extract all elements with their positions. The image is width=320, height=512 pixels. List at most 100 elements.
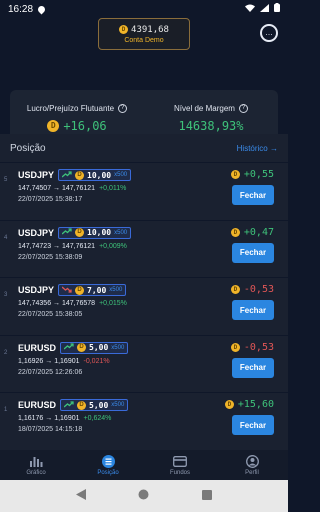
symbol-label: USDJPY: [18, 227, 55, 238]
order-chip: D 10,00 x500: [58, 226, 132, 239]
change-percent: +0,009%: [99, 242, 127, 250]
position-pnl: D +0,47: [230, 227, 274, 238]
header: D 4391,68 Conta Demo …: [0, 18, 288, 56]
location-icon: [36, 4, 47, 14]
leverage-label: x500: [114, 229, 128, 236]
trend-down-icon: [61, 286, 72, 295]
floating-pnl-value: +16,06: [63, 119, 107, 133]
close-position-button[interactable]: Fechar: [232, 185, 274, 205]
signal-icon: [260, 3, 269, 15]
trend-up-icon: [61, 228, 72, 237]
coin-icon: D: [230, 342, 240, 352]
symbol-label: EURUSD: [18, 400, 57, 410]
list-icon: [101, 454, 115, 468]
nav-label: Perfil: [245, 469, 259, 476]
margin-level-value: 14638,93%: [178, 119, 244, 133]
order-amount: 7,00: [87, 285, 107, 295]
position-pnl: D -0,53: [230, 284, 274, 295]
positions-title: Posição: [10, 142, 46, 154]
help-icon[interactable]: ?: [118, 104, 128, 113]
order-amount: 5,00: [89, 400, 109, 410]
trend-up-icon: [63, 400, 74, 410]
symbol-label: USDJPY: [18, 170, 55, 180]
positions-panel: Posição Histórico → 5 USDJPY D 10,00 x500 147…: [0, 134, 288, 450]
account-balance-button[interactable]: D 4391,68 Conta Demo: [98, 18, 190, 50]
coin-icon: D: [119, 25, 129, 34]
close-position-button[interactable]: Fechar: [232, 300, 274, 320]
change-percent: +0,624%: [83, 415, 112, 422]
price-range: 147,74507 → 147,76121: [18, 185, 96, 192]
order-amount: 10,00: [87, 228, 112, 237]
trend-up-icon: [63, 343, 74, 352]
position-pnl: D +15,60: [224, 399, 274, 410]
coin-icon: D: [230, 227, 240, 237]
coin-icon: D: [77, 400, 87, 410]
coin-icon: D: [75, 285, 85, 295]
nav-position[interactable]: Posição: [72, 450, 144, 480]
margin-level-label: Nível de Margem: [174, 104, 235, 113]
leverage-label: x500: [109, 287, 123, 293]
close-position-button[interactable]: Fechar: [232, 242, 274, 263]
positions-list: 5 USDJPY D 10,00 x500 147,74507 → 147,76121 +0…: [0, 162, 288, 450]
price-range: 1,16176 → 1,16901: [18, 415, 80, 422]
profile-icon: [245, 454, 259, 468]
status-bar: 16:28: [0, 0, 288, 18]
position-row[interactable]: 2 EURUSD D 5,00 x500 1,16926 → 1,16901 -0,021%…: [0, 334, 288, 393]
coin-icon: D: [230, 170, 240, 179]
arrow-right-icon: →: [270, 143, 278, 153]
wallet-icon: [173, 455, 187, 468]
bottom-nav: Gráfico Posição Fundos Perfil: [0, 450, 288, 480]
nav-funds[interactable]: Fundos: [144, 450, 216, 480]
row-number: 5: [4, 177, 8, 183]
nav-label: Posição: [97, 469, 119, 476]
close-position-button[interactable]: Fechar: [232, 415, 274, 435]
price-range: 147,74356 → 147,76578: [18, 300, 96, 307]
order-amount: 5,00: [89, 343, 109, 352]
nav-chart[interactable]: Gráfico: [0, 450, 72, 480]
status-time: 16:28: [8, 3, 34, 15]
change-percent: +0,015%: [99, 300, 127, 307]
history-link[interactable]: Histórico →: [237, 144, 278, 153]
change-percent: +0,011%: [99, 185, 127, 192]
battery-icon: [274, 3, 280, 15]
position-pnl: D +0,55: [230, 169, 274, 180]
symbol-label: USDJPY: [18, 285, 55, 295]
leverage-label: x500: [111, 344, 125, 351]
symbol-label: EURUSD: [18, 342, 57, 353]
floating-pnl-label: Lucro/Prejuízo Flutuante: [26, 104, 115, 113]
wifi-icon: [245, 4, 255, 15]
order-chip: D 5,00 x500: [60, 399, 129, 411]
chart-icon: [29, 455, 43, 468]
recents-icon[interactable]: [201, 487, 212, 505]
row-number: 1: [4, 407, 8, 413]
position-row[interactable]: 5 USDJPY D 10,00 x500 147,74507 → 147,76121 +0…: [0, 162, 288, 220]
row-number: 2: [4, 349, 8, 356]
back-icon[interactable]: [76, 487, 87, 505]
trend-up-icon: [61, 170, 72, 180]
order-chip: D 7,00 x500: [58, 284, 127, 296]
position-row[interactable]: 4 USDJPY D 10,00 x500 147,74723 → 147,76121 +0…: [0, 219, 288, 278]
order-chip: D 5,00 x500: [60, 341, 129, 354]
coin-icon: D: [224, 400, 234, 409]
price-range: 147,74723 → 147,76121: [18, 242, 96, 250]
balance-value: 4391,68: [131, 24, 169, 35]
row-number: 4: [4, 234, 8, 241]
close-position-button[interactable]: Fechar: [232, 357, 274, 378]
coin-icon: D: [230, 285, 240, 294]
nav-label: Fundos: [169, 469, 190, 476]
coin-icon: D: [77, 343, 87, 352]
home-icon[interactable]: [138, 487, 149, 505]
position-row[interactable]: 3 USDJPY D 7,00 x500 147,74356 → 147,76578 +0,…: [0, 277, 288, 335]
system-nav-bar: [0, 480, 288, 512]
coin-icon: D: [75, 170, 85, 180]
chat-icon[interactable]: …: [260, 24, 278, 42]
leverage-label: x500: [111, 402, 125, 408]
help-icon[interactable]: ?: [238, 104, 248, 113]
order-chip: D 10,00 x500: [58, 169, 132, 181]
coin-icon: D: [75, 228, 85, 237]
coin-icon: D: [47, 120, 60, 132]
price-range: 1,16926 → 1,16901: [18, 357, 80, 365]
position-pnl: D -0,53: [230, 342, 274, 353]
position-row[interactable]: 1 EURUSD D 5,00 x500 1,16176 → 1,16901 +0,624%…: [0, 392, 288, 450]
nav-profile[interactable]: Perfil: [216, 450, 288, 480]
